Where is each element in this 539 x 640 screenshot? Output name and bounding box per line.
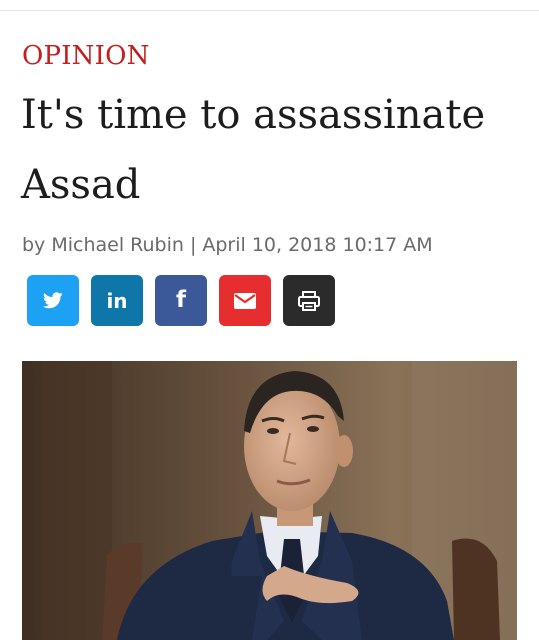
author-name[interactable]: Michael Rubin <box>51 234 184 256</box>
printer-icon <box>298 290 320 311</box>
article-photo <box>22 361 517 640</box>
share-facebook-button[interactable]: f <box>155 275 207 326</box>
top-divider <box>0 10 539 11</box>
envelope-icon <box>234 292 256 309</box>
article-headline: It's time to assassinate Assad <box>21 92 486 208</box>
twitter-bird-icon <box>43 292 63 309</box>
linkedin-in-icon: in <box>106 288 128 313</box>
share-bar: in f <box>27 275 335 326</box>
section-label[interactable]: OPINION <box>22 40 150 72</box>
share-email-button[interactable] <box>219 275 271 326</box>
byline: by Michael Rubin | April 10, 2018 10:17 AM <box>22 231 433 259</box>
byline-prefix: by <box>22 234 46 256</box>
share-twitter-button[interactable] <box>27 275 79 326</box>
share-print-button[interactable] <box>283 275 335 326</box>
share-linkedin-button[interactable]: in <box>91 275 143 326</box>
byline-separator: | <box>189 234 197 256</box>
facebook-f-icon: f <box>175 287 186 313</box>
publish-date: April 10, 2018 10:17 AM <box>202 234 433 256</box>
